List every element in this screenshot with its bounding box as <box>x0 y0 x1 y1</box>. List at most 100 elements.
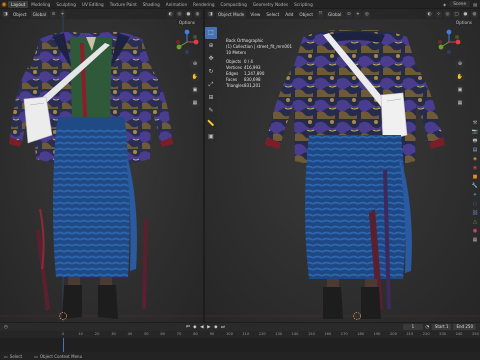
ruler-tick-label: 210 <box>406 332 414 336</box>
left-3d-viewport[interactable]: ◨ Object Global ⊙ ⌖ ◐ ◎ ● ◍ Options ⊕ ✋ … <box>0 9 203 322</box>
start-value: 1 <box>445 324 449 329</box>
jump-start-icon[interactable]: ⏮ <box>185 324 190 330</box>
material-properties-icon[interactable]: ● <box>473 228 477 235</box>
tool-properties-icon[interactable]: ⚒ <box>473 120 477 127</box>
workspace-tab-compositing[interactable]: Compositing <box>218 1 250 8</box>
add-cube-tool-icon[interactable]: ▣ <box>205 131 217 143</box>
mouse-left-icon: ▭ <box>4 353 8 359</box>
ruler-tick-label: 230 <box>439 332 447 336</box>
cursor-tool-icon[interactable]: ⊕ <box>205 40 217 52</box>
timeline-track-area[interactable] <box>0 338 480 352</box>
measure-tool-icon[interactable]: 📏 <box>205 118 217 130</box>
status-select-label: Select <box>9 353 23 359</box>
ruler-tick-label: 50 <box>144 332 149 336</box>
ruler-tick-label: 250 <box>472 332 479 336</box>
camera-view-icon[interactable]: ▣ <box>455 85 465 95</box>
scene-properties-icon[interactable]: ◈ <box>473 156 477 163</box>
end-value: 250 <box>465 324 474 329</box>
tool-shelf: ⬚ ⊕ ✥ ↻ ⤢ ⊞ ✎ 📏 ▣ <box>205 27 219 143</box>
ruler-tick-label: 80 <box>193 332 198 336</box>
collection-label: (1) Collection | street_fit_mrn001 <box>226 43 293 49</box>
ruler-tick-label: 170 <box>340 332 348 336</box>
timeline-ruler[interactable]: 0 10 20 30 40 50 60 70 80 90 100 110 120 130 140 150 160… <box>0 331 480 338</box>
end-frame-field[interactable]: End 250 <box>453 324 477 330</box>
right-navigation-gizmo[interactable] <box>436 29 462 55</box>
timeline-editor[interactable]: ◷ ⏮ ◆ ◀ ▶ ◆ ⏭ 1 ◔ Start 1 End 250 0 10 20 3… <box>0 323 480 352</box>
physics-properties-icon[interactable]: ◌ <box>473 201 477 208</box>
scene-name-field[interactable]: Scene <box>449 1 471 7</box>
ruler-tick-label: 90 <box>209 332 215 336</box>
prev-keyframe-icon[interactable]: ◆ <box>192 325 197 330</box>
ruler-tick-label: 100 <box>226 332 233 336</box>
ruler-tick-label: 0 <box>62 332 65 336</box>
zoom-icon[interactable]: ⊕ <box>190 59 200 69</box>
next-keyframe-icon[interactable]: ◆ <box>213 325 218 330</box>
ruler-tick-label: 110 <box>242 332 250 336</box>
data-properties-icon[interactable]: △ <box>473 219 477 226</box>
rotate-tool-icon[interactable]: ↻ <box>205 66 217 78</box>
ruler-tick-label: 60 <box>160 332 165 336</box>
play-icon[interactable]: ▶ <box>206 325 211 330</box>
properties-tab-strip: ⚒ 📷 🖶 ▤ ◈ ◉ ■ 🔧 ✦ ◌ ⛓ △ ● ▦ <box>470 120 480 244</box>
ruler-tick-label: 70 <box>176 332 182 336</box>
workspace-tab-shading[interactable]: Shading <box>140 1 163 8</box>
play-reverse-icon[interactable]: ◀ <box>199 325 204 330</box>
object-properties-icon[interactable]: ■ <box>473 174 478 181</box>
workspace-tab-geometry-nodes[interactable]: Geometry Nodes <box>250 1 291 8</box>
move-tool-icon[interactable]: ✥ <box>205 53 217 65</box>
scale-tool-icon[interactable]: ⤢ <box>205 79 217 91</box>
modifier-properties-icon[interactable]: 🔧 <box>472 183 478 190</box>
stat-triangles: Triangles 831,201 <box>226 83 292 89</box>
select-box-tool-icon[interactable]: ⬚ <box>205 27 217 39</box>
constraints-properties-icon[interactable]: ⛓ <box>472 210 478 217</box>
ortho-toggle-icon[interactable]: ▦ <box>455 98 465 108</box>
pan-hand-icon[interactable]: ✋ <box>455 72 465 82</box>
workspace-tab-scripting[interactable]: Scripting <box>291 1 316 8</box>
transform-tool-icon[interactable]: ⊞ <box>205 92 217 104</box>
camera-view-icon[interactable]: ▣ <box>190 85 200 95</box>
ortho-toggle-icon[interactable]: ▦ <box>190 98 200 108</box>
left-navigation-gizmo[interactable] <box>174 29 200 55</box>
current-frame-field[interactable]: 1 <box>402 324 423 330</box>
annotate-tool-icon[interactable]: ✎ <box>205 105 217 117</box>
view-layer-properties-icon[interactable]: ▤ <box>473 147 478 154</box>
end-label: End <box>456 324 465 329</box>
timeline-controls: ◷ ⏮ ◆ ◀ ▶ ◆ ⏭ 1 ◔ Start 1 End 250 <box>0 323 480 331</box>
blender-logo-icon[interactable]: ◉ <box>0 0 8 8</box>
clock-icon[interactable]: ◔ <box>425 325 430 330</box>
ruler-tick-label: 220 <box>422 332 430 336</box>
world-properties-icon[interactable]: ◉ <box>473 165 477 172</box>
workspace-tab-texture-paint[interactable]: Texture Paint <box>107 1 140 8</box>
workspace-tab-layout[interactable]: Layout <box>8 0 29 8</box>
ruler-tick-label: 120 <box>258 332 266 336</box>
ruler-tick-label: 200 <box>390 332 397 336</box>
zoom-icon[interactable]: ⊕ <box>455 59 465 69</box>
output-properties-icon[interactable]: 🖶 <box>473 138 478 145</box>
ruler-tick-label: 150 <box>308 332 315 336</box>
ruler-tick-label: 130 <box>275 332 283 336</box>
view-layer-icon[interactable]: ▤ <box>473 2 477 7</box>
workspace-tab-animation[interactable]: Animation <box>163 1 190 8</box>
start-frame-field[interactable]: Start 1 <box>431 324 452 330</box>
ruler-tick-label: 180 <box>357 332 365 336</box>
ruler-tick-label: 10 <box>78 332 83 336</box>
workspace-tab-modeling[interactable]: Modeling <box>28 1 53 8</box>
mouse-right-icon: ▭ <box>34 353 38 359</box>
workspace-tab-rendering[interactable]: Rendering <box>190 1 217 8</box>
workspace-tab-uv-editing[interactable]: UV Editing <box>79 1 107 8</box>
ruler-tick-label: 240 <box>455 332 463 336</box>
render-properties-icon[interactable]: 📷 <box>472 129 478 136</box>
stat-value: 831,201 <box>244 82 261 88</box>
particles-properties-icon[interactable]: ✦ <box>473 192 477 199</box>
workspace-tab-sculpting[interactable]: Sculpting <box>53 1 79 8</box>
texture-properties-icon[interactable]: ▦ <box>473 237 478 244</box>
right-view-controls: ⊕ ✋ ▣ ▦ <box>455 59 465 108</box>
scene-selector: ◈ Scene ▤ <box>443 1 480 7</box>
ruler-tick-label: 40 <box>127 332 133 336</box>
playhead[interactable] <box>63 338 64 352</box>
timeline-editor-type-icon[interactable]: ◷ <box>4 325 8 330</box>
start-label: Start <box>434 324 445 329</box>
ruler-tick-label: 30 <box>111 332 116 336</box>
pan-hand-icon[interactable]: ✋ <box>190 72 200 82</box>
jump-end-icon[interactable]: ⏭ <box>220 324 225 330</box>
